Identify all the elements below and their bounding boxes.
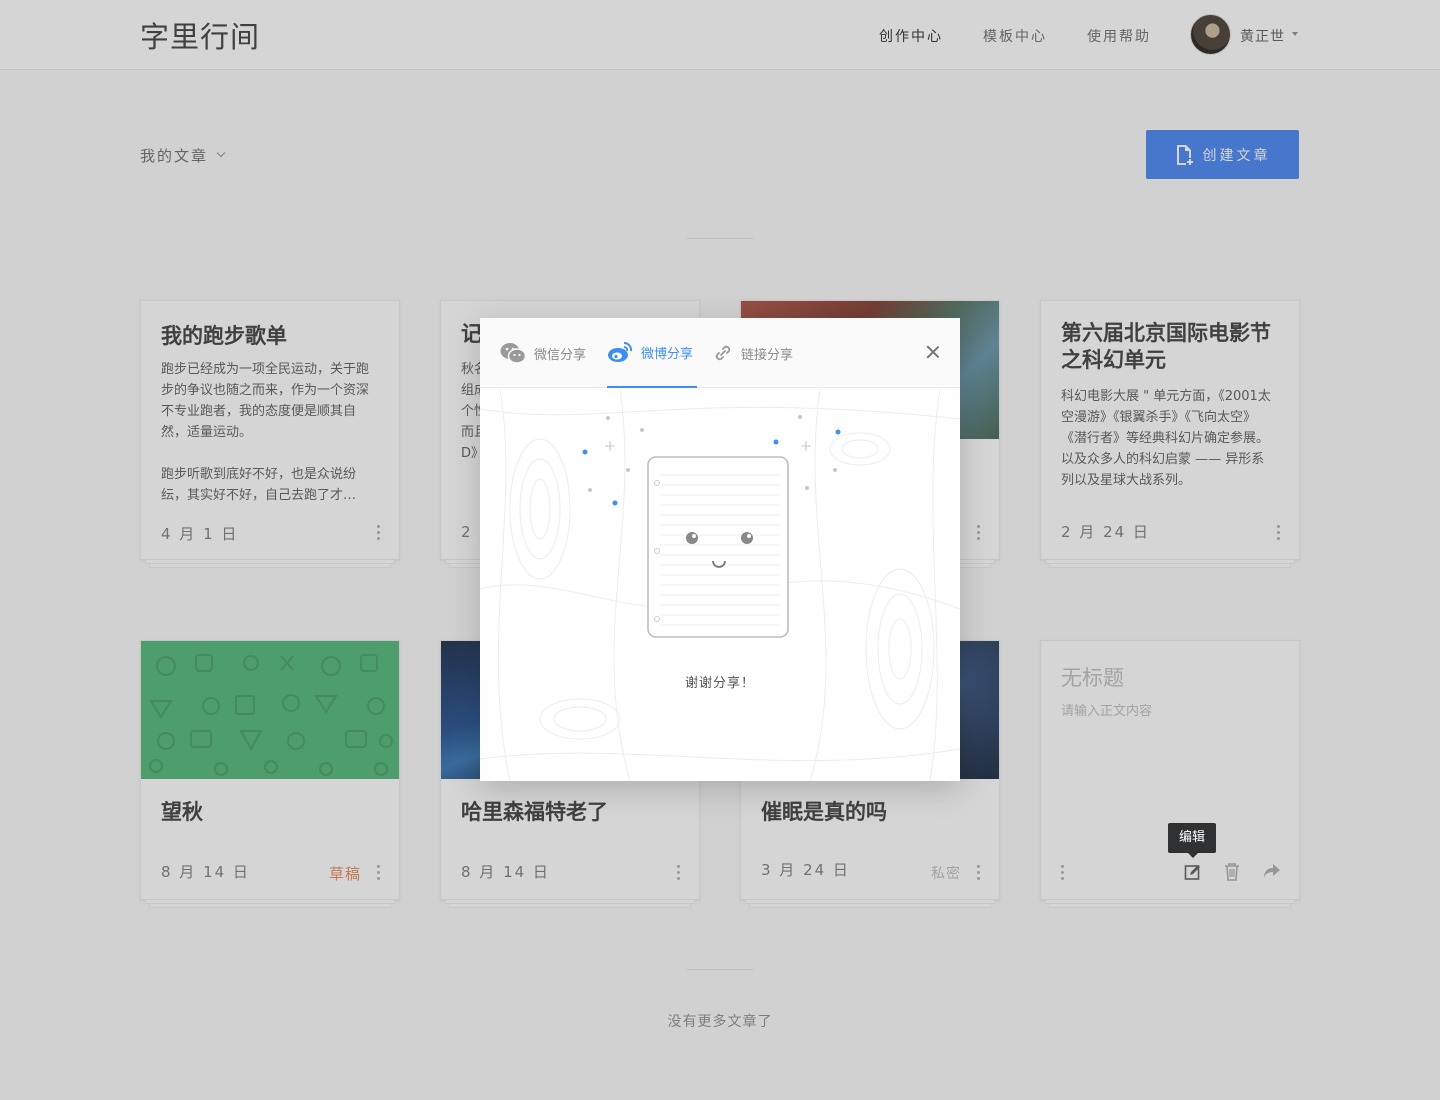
tab-weibo-share[interactable]: 微博分享	[607, 318, 698, 388]
tab-wechat-share[interactable]: 微信分享	[500, 318, 586, 388]
tab-link-share[interactable]: 链接分享	[713, 318, 793, 388]
wechat-icon	[500, 343, 526, 364]
tab-label: 微信分享	[534, 347, 587, 363]
share-tabs: 微信分享 微博分享 链接分享	[480, 318, 960, 388]
link-icon	[715, 345, 731, 361]
thanks-message: 谢谢分享！	[684, 676, 755, 691]
tab-label: 链接分享	[741, 347, 794, 363]
share-success-panel: 谢谢分享！	[480, 389, 960, 781]
share-dialog: 微信分享 微博分享 链接分享 谢谢分享！	[480, 318, 960, 781]
wood-grain-background	[480, 389, 960, 781]
close-icon[interactable]	[924, 343, 942, 361]
weibo-icon	[608, 341, 633, 362]
tab-label: 微博分享	[641, 346, 694, 362]
edit-tooltip: 编辑	[1168, 823, 1216, 858]
